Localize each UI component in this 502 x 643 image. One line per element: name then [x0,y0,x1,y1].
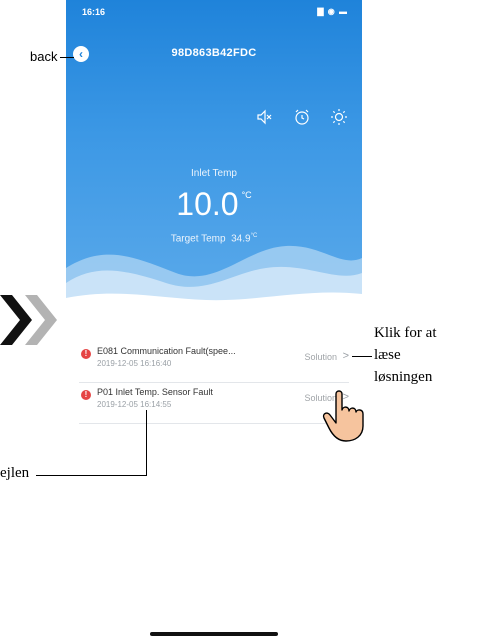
pointing-hand-icon [322,390,364,442]
fault-title: E081 Communication Fault(spee... [97,346,236,356]
inlet-temp-value: 10.0 °C [66,186,362,223]
annotation-solution-line2: læse [374,347,401,363]
annotation-solution-line3: løsningen [374,369,433,385]
fault-title: P01 Inlet Temp. Sensor Fault [97,387,213,397]
alarm-clock-icon[interactable] [293,108,311,126]
device-title: 98D863B42FDC [171,47,257,59]
target-temp-label: Target Temp [170,233,226,245]
target-temp-unit: °C [250,233,258,239]
fault-time: 2019-12-05 16:14:55 [97,400,172,409]
annotation-back: back [30,49,58,64]
annotation-fault: ejlen [0,465,30,481]
target-temp-value: 34.9 [231,233,251,245]
annotation-line-fault-v [146,410,147,476]
fault-row[interactable]: ! E081 Communication Fault(spee... 2019-… [79,342,349,383]
fault-list: ! E081 Communication Fault(spee... 2019-… [79,342,349,424]
annotation-solution-line1: Klik for at [374,325,437,341]
mute-icon[interactable] [255,108,273,126]
fault-alert-icon: ! [81,390,91,400]
target-temp: Target Temp 34.9°C [66,233,362,244]
annotation-line-back [60,57,74,58]
control-icons [240,108,348,131]
annotation-solution: Klik for at læse løsningen [374,322,436,388]
status-bar: 16:16 ▇ ◉ ▬ [82,7,348,19]
annotation-line-fault-h [36,475,147,476]
home-indicator [150,632,278,636]
chevron-right-icon [0,295,57,345]
chevron-right-icon[interactable]: > [343,350,349,362]
status-time: 16:16 [82,7,106,17]
fault-alert-icon: ! [81,349,91,359]
inlet-temp-unit: °C [241,190,252,200]
fault-time: 2019-12-05 16:16:40 [97,359,172,368]
fault-row[interactable]: ! P01 Inlet Temp. Sensor Fault 2019-12-0… [79,383,349,424]
inlet-temp-label: Inlet Temp [191,168,237,179]
phone-screen: 16:16 ▇ ◉ ▬ ‹ 98D863B42FDC Inlet Temp 10… [66,0,362,643]
inlet-temp-number: 10.0 [176,186,239,222]
solution-link[interactable]: Solution [304,352,337,362]
sun-icon[interactable] [330,108,348,126]
status-icons: ▇ ◉ ▬ [317,7,348,16]
annotation-line-solution [352,356,372,357]
